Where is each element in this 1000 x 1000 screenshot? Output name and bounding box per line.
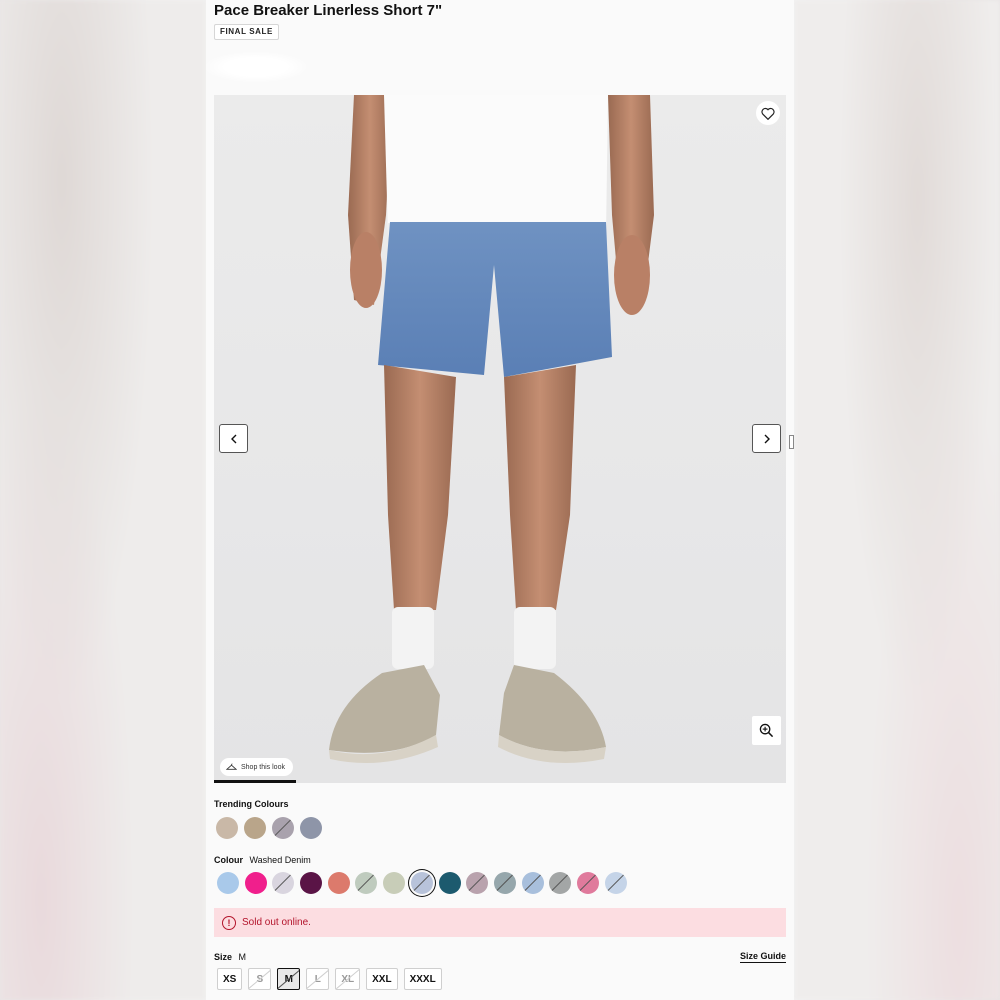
unavailable-strike: [606, 872, 626, 893]
product-panel: Pace Breaker Linerless Short 7" FINAL SA…: [206, 0, 794, 1000]
zoom-button[interactable]: [752, 716, 781, 745]
size-option-s[interactable]: S: [248, 968, 272, 990]
colour-swatch[interactable]: [438, 872, 461, 894]
background-blur-left: [0, 0, 206, 1000]
previous-image-button[interactable]: [219, 424, 248, 453]
size-label: Size: [214, 952, 233, 962]
size-option-m[interactable]: M: [277, 968, 301, 990]
trending-colour-swatch[interactable]: [300, 817, 322, 839]
trending-colour-swatch[interactable]: [216, 817, 238, 839]
unavailable-strike: [412, 872, 432, 893]
colour-swatch[interactable]: [493, 872, 516, 894]
unavailable-strike: [495, 872, 515, 893]
colour-swatch[interactable]: [327, 872, 350, 894]
size-label-row: Size M: [214, 952, 246, 962]
size-option-xs[interactable]: XS: [217, 968, 243, 990]
trending-colour-swatch[interactable]: [272, 817, 294, 839]
size-guide-link[interactable]: Size Guide: [739, 951, 786, 963]
unavailable-strike: [356, 872, 376, 893]
product-photo: [329, 95, 654, 763]
redacted-area: [206, 52, 306, 82]
shop-this-look-button[interactable]: Shop this look: [220, 758, 293, 776]
colour-swatch[interactable]: [576, 872, 599, 894]
colour-swatch[interactable]: [272, 872, 295, 894]
unavailable-strike: [273, 817, 293, 838]
wishlist-button[interactable]: [756, 101, 780, 125]
selected-colour-name: Washed Denim: [249, 855, 311, 865]
chevron-right-icon: [764, 434, 770, 443]
scroll-handle[interactable]: [789, 435, 794, 449]
colour-swatch[interactable]: [217, 872, 239, 894]
colour-swatch[interactable]: [410, 872, 433, 894]
product-title: Pace Breaker Linerless Short 7": [214, 2, 443, 19]
hanger-icon: [226, 763, 237, 770]
size-option-xxxl[interactable]: XXXL: [403, 968, 442, 990]
size-option-list: XS S M L XL XXL XXXL: [217, 968, 442, 990]
unavailable-strike: [467, 872, 487, 893]
colour-swatch[interactable]: [549, 872, 572, 894]
trending-colours-label: Trending Colours: [214, 799, 289, 809]
shop-this-look-label: Shop this look: [241, 763, 285, 771]
colour-swatch[interactable]: [355, 872, 378, 894]
colour-swatch[interactable]: [300, 872, 323, 894]
size-option-xl[interactable]: XL: [335, 968, 361, 990]
sold-out-message: Sold out online.: [242, 917, 311, 928]
colour-swatch[interactable]: [521, 872, 544, 894]
colour-swatch-list: [217, 872, 627, 894]
size-option-l[interactable]: L: [306, 968, 330, 990]
heart-icon: [761, 107, 775, 120]
unavailable-strike: [523, 872, 543, 893]
exclamation-circle-icon: !: [222, 915, 236, 930]
colour-label: Colour: [214, 855, 243, 865]
colour-swatch[interactable]: [604, 872, 627, 894]
colour-label-row: Colour Washed Denim: [214, 855, 311, 865]
trending-swatch-list: [216, 817, 322, 839]
unavailable-strike: [550, 872, 570, 893]
unavailable-strike: [273, 872, 293, 893]
zoom-in-icon: [759, 723, 774, 738]
product-image-gallery[interactable]: Shop this look: [214, 95, 786, 783]
colour-swatch[interactable]: [383, 872, 406, 894]
colour-swatch[interactable]: [244, 872, 267, 894]
unavailable-strike: [578, 872, 598, 893]
sold-out-alert: ! Sold out online.: [214, 908, 786, 937]
colour-swatch[interactable]: [466, 872, 489, 894]
size-option-xxl[interactable]: XXL: [366, 968, 398, 990]
gallery-progress-indicator: [214, 780, 296, 783]
trending-colour-swatch[interactable]: [244, 817, 266, 839]
final-sale-badge: FINAL SALE: [214, 24, 279, 40]
chevron-left-icon: [230, 434, 236, 443]
next-image-button[interactable]: [752, 424, 781, 453]
background-blur-right: [794, 0, 1000, 1000]
selected-size: M: [238, 952, 247, 962]
